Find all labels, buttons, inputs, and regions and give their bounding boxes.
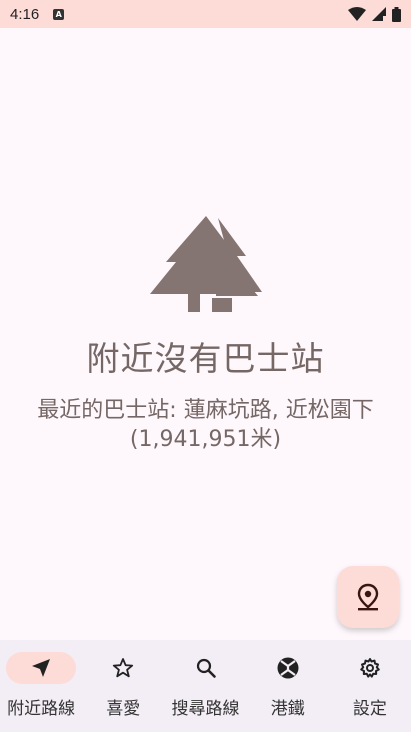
nav-indicator: [253, 652, 323, 684]
location-pin-icon: [357, 583, 379, 611]
bottom-navigation: 附近路線 喜愛 搜尋路線 港鐵 設定: [0, 640, 411, 732]
nav-item-mtr[interactable]: 港鐵: [247, 640, 329, 732]
forest-icon: [149, 216, 262, 312]
battery-icon: [392, 6, 401, 22]
nav-label: 港鐵: [270, 699, 305, 719]
status-bar: 4:16 A: [0, 0, 411, 28]
status-time: 4:16: [10, 5, 40, 23]
nearest-stop-info: 最近的巴士站: 蓮麻坑路, 近松園下 (1,941,951米): [37, 398, 374, 452]
gear-icon: [360, 658, 380, 678]
locate-me-button[interactable]: [337, 566, 399, 628]
star-icon: [113, 658, 134, 678]
search-icon: [196, 658, 216, 678]
navigation-arrow-icon: [32, 659, 51, 677]
app-notification-icon: A: [53, 8, 65, 20]
wifi-icon: [348, 7, 366, 21]
status-icons: [348, 6, 401, 22]
signal-icon: [372, 7, 386, 21]
nav-item-favorites[interactable]: 喜愛: [82, 640, 164, 732]
nav-label: 搜尋路線: [171, 699, 240, 719]
nav-item-settings[interactable]: 設定: [329, 640, 411, 732]
nav-label: 喜愛: [106, 699, 141, 719]
nav-indicator: [88, 652, 158, 684]
nav-item-nearby-routes[interactable]: 附近路線: [0, 640, 82, 732]
nav-item-search-routes[interactable]: 搜尋路線: [164, 640, 246, 732]
nav-indicator: [335, 652, 405, 684]
empty-state-title: 附近沒有巴士站: [86, 339, 325, 378]
nav-label: 附近路線: [7, 699, 76, 719]
mtr-icon: [277, 657, 299, 679]
nav-label: 設定: [352, 699, 387, 719]
nav-indicator: [6, 652, 77, 684]
empty-state: 附近沒有巴士站 最近的巴士站: 蓮麻坑路, 近松園下 (1,941,951米): [0, 210, 411, 454]
nav-indicator: [171, 652, 241, 684]
